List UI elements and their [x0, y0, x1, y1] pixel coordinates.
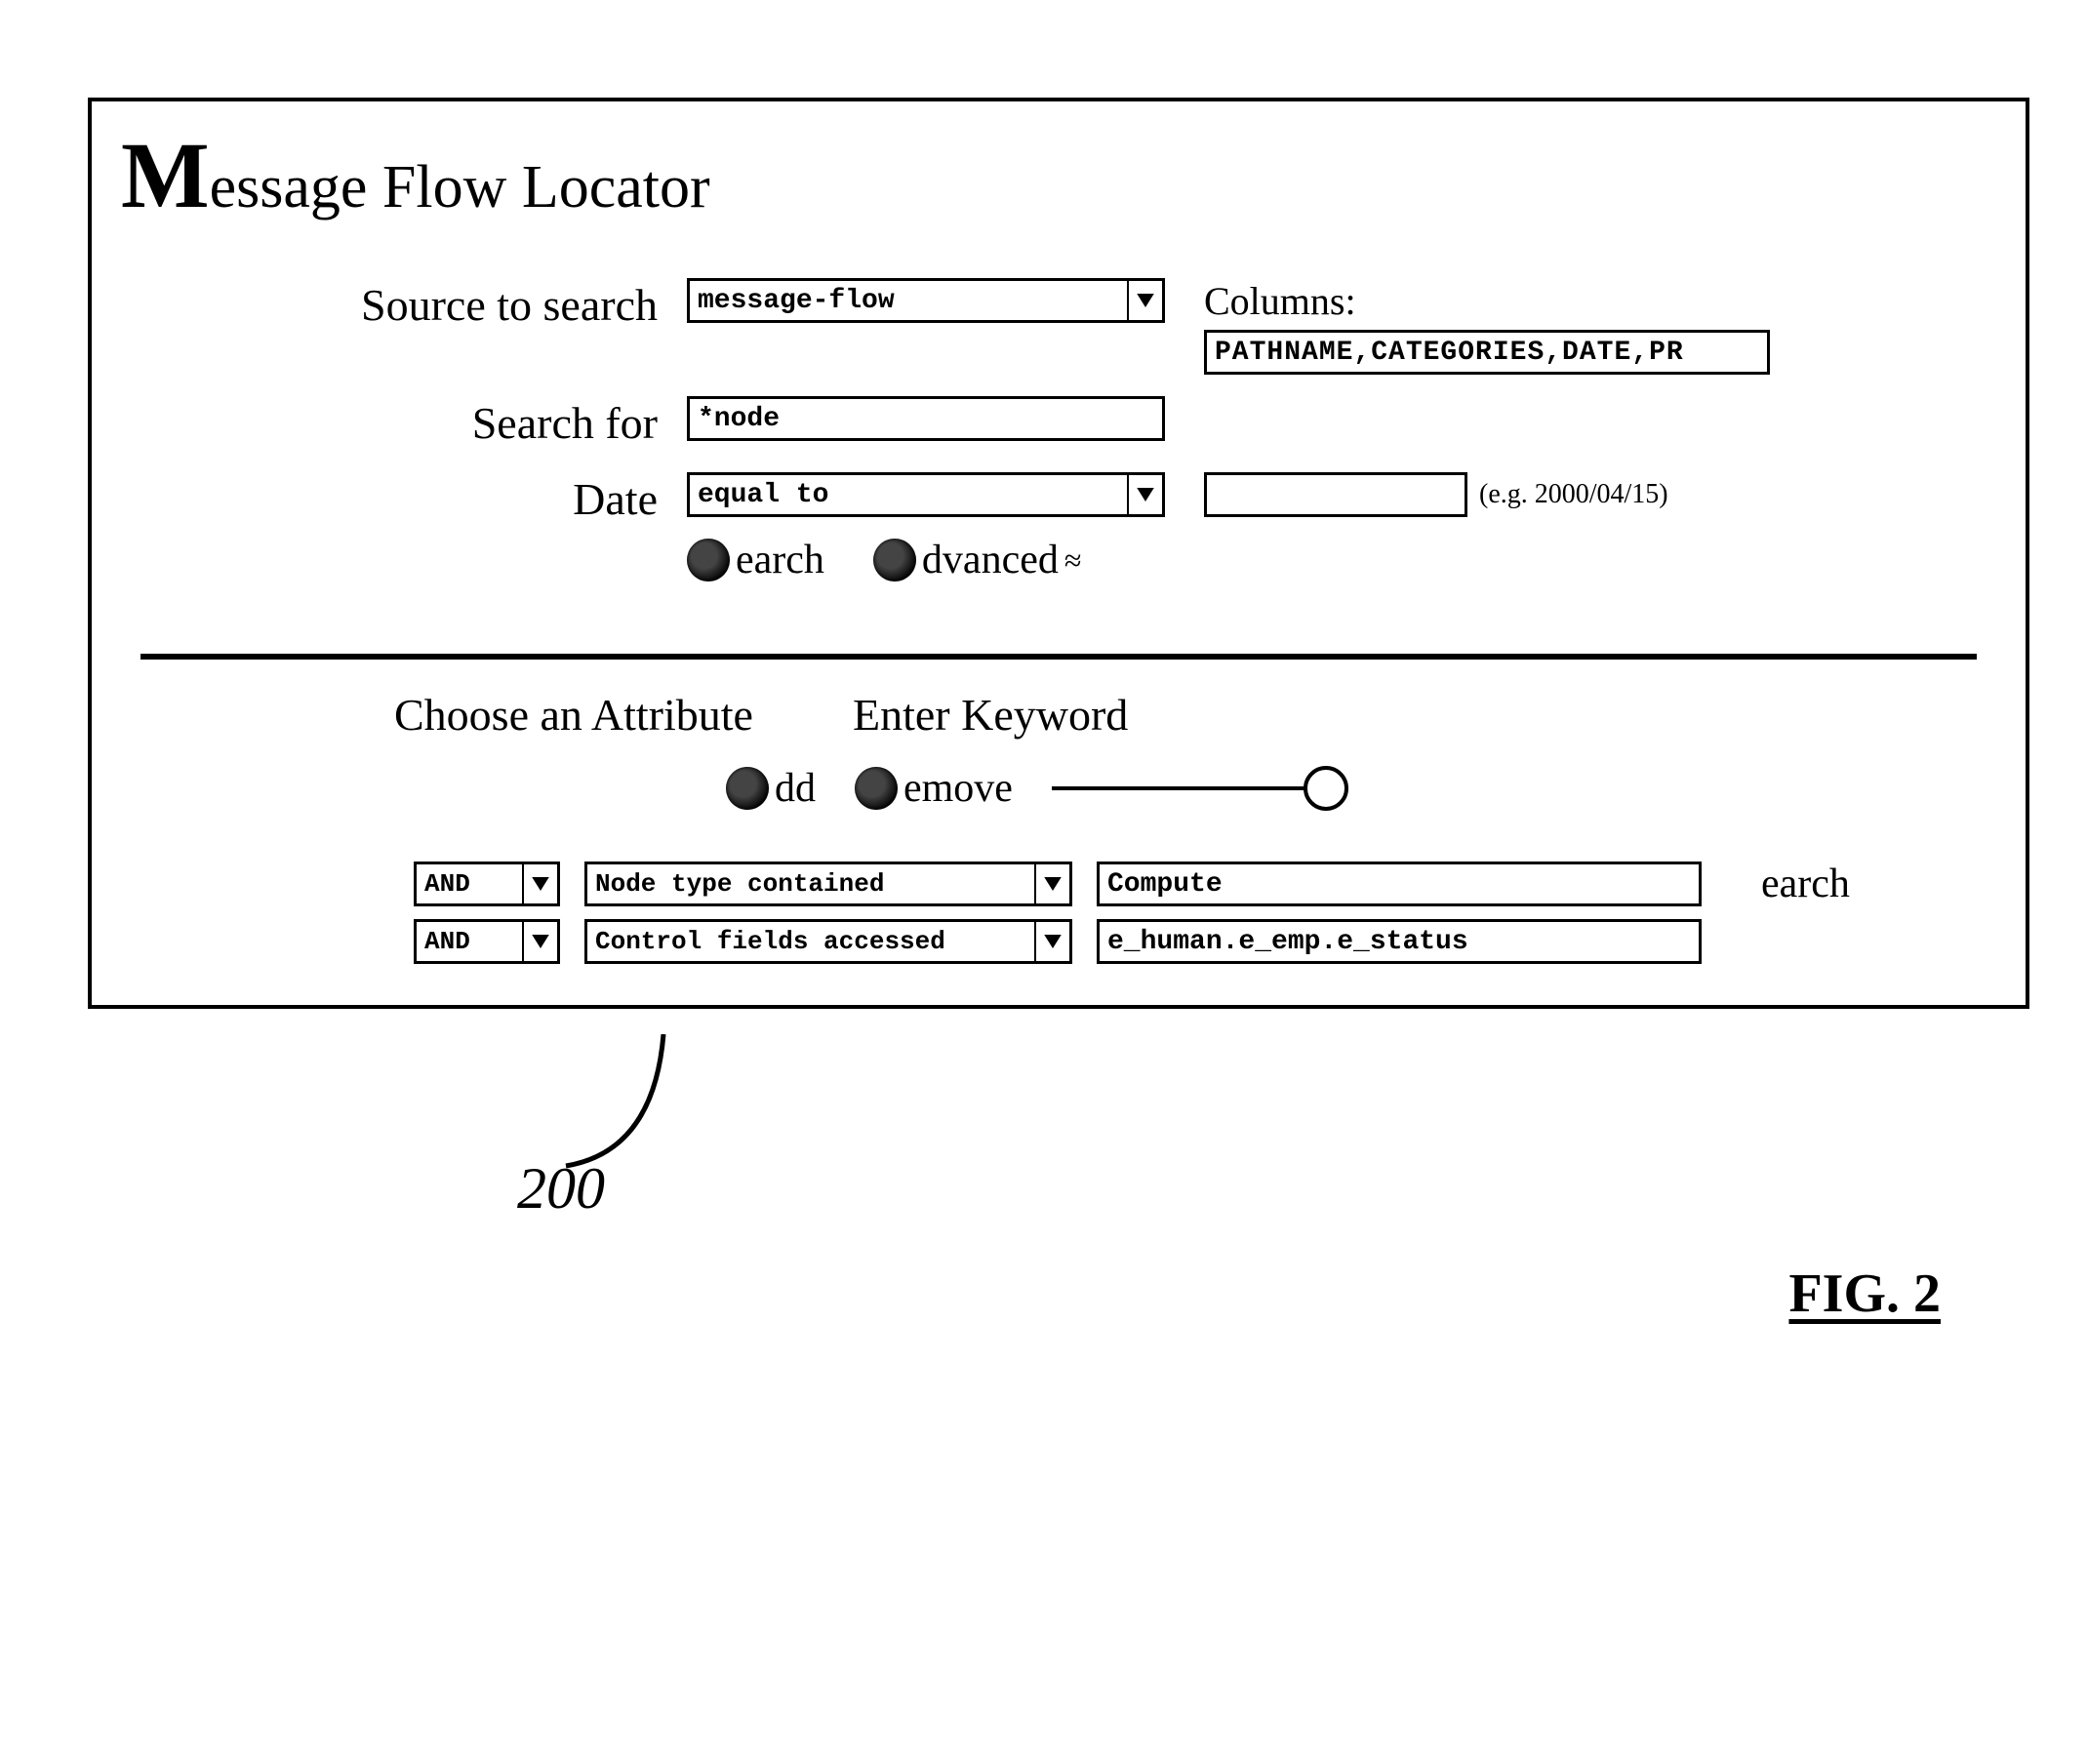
advanced-row-1: AND Node type contained Compute earch — [121, 861, 1996, 907]
advanced-button[interactable]: dvanced ≈ — [873, 537, 1082, 583]
callout-number: 200 — [517, 1155, 605, 1223]
advanced-row-2: AND Control fields accessed e_human.e_em… — [121, 919, 1996, 964]
remove-button[interactable]: emove — [855, 765, 1013, 812]
dropdown-icon — [522, 922, 557, 961]
dropdown-icon — [522, 864, 557, 903]
dropdown-icon — [1127, 475, 1162, 514]
label-columns: Columns: — [1204, 278, 1770, 324]
figure-label: FIG. 2 — [29, 1263, 2058, 1325]
date-operator-select[interactable]: equal to — [687, 472, 1165, 517]
slider-track — [1052, 786, 1305, 790]
add-remove-row: dd emove — [121, 765, 1996, 812]
logic-operator-select[interactable]: AND — [414, 862, 560, 906]
label-source-to-search: Source to search — [121, 278, 687, 333]
attribute-select[interactable]: Node type contained — [584, 862, 1072, 906]
search-for-input[interactable]: *node — [687, 396, 1165, 441]
slider-knob[interactable] — [1304, 766, 1348, 811]
columns-input[interactable]: PATHNAME,CATEGORIES,DATE,PR — [1204, 330, 1770, 375]
header-choose-attribute: Choose an Attribute — [394, 689, 853, 741]
source-to-search-select[interactable]: message-flow — [687, 278, 1165, 323]
title-dropcap: M — [121, 123, 210, 227]
row-date: Date equal to earch dvanced ≈ — [121, 472, 1996, 583]
search-button[interactable]: earch — [687, 537, 824, 583]
header-enter-keyword: Enter Keyword — [853, 689, 1128, 741]
advanced-headers: Choose an Attribute Enter Keyword — [121, 689, 1996, 741]
label-search-for: Search for — [121, 396, 687, 451]
button-icon — [726, 767, 769, 810]
slider[interactable] — [1052, 766, 1348, 811]
dropdown-icon — [1127, 281, 1162, 320]
basic-search-form: Source to search message-flow Columns: P… — [92, 278, 2026, 634]
add-button[interactable]: dd — [726, 765, 816, 812]
row-source: Source to search message-flow Columns: P… — [121, 278, 1996, 375]
date-hint: (e.g. 2000/04/15) — [1479, 479, 1668, 510]
keyword-input[interactable]: Compute — [1097, 862, 1702, 906]
search-button-advanced[interactable]: earch — [1755, 861, 1850, 907]
advanced-section: Choose an Attribute Enter Keyword dd emo… — [92, 689, 2026, 1005]
dropdown-icon — [1034, 922, 1069, 961]
keyword-input[interactable]: e_human.e_emp.e_status — [1097, 919, 1702, 964]
divider — [140, 654, 1977, 660]
basic-buttons: earch dvanced ≈ — [687, 537, 1165, 583]
figure-callout: 200 — [29, 1048, 2058, 1243]
row-search-for: Search for *node — [121, 396, 1996, 451]
button-icon — [855, 767, 898, 810]
attribute-select[interactable]: Control fields accessed — [584, 919, 1072, 964]
advanced-toggle-icon: ≈ — [1064, 542, 1082, 579]
app-window: Message Flow Locator Source to search me… — [88, 98, 2029, 1009]
logic-operator-select[interactable]: AND — [414, 919, 560, 964]
label-date: Date — [121, 472, 687, 527]
date-input[interactable] — [1204, 472, 1467, 517]
dropdown-icon — [1034, 864, 1069, 903]
app-title: Message Flow Locator — [92, 101, 2026, 278]
button-icon — [687, 539, 730, 581]
button-icon — [873, 539, 916, 581]
